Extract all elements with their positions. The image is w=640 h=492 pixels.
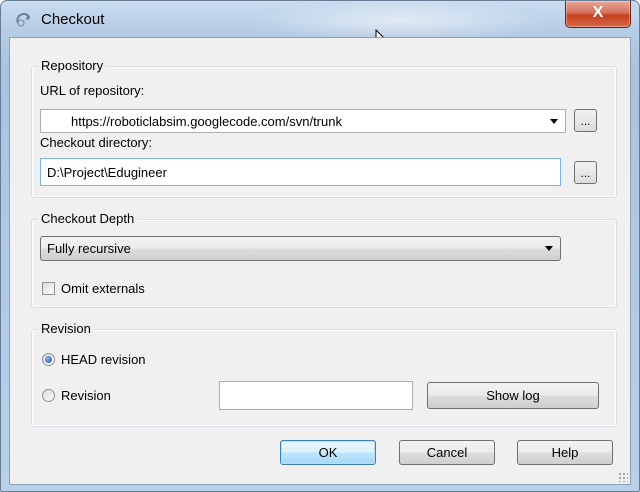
title-bar[interactable]: Checkout X bbox=[1, 1, 639, 41]
checkout-depth-select[interactable]: Fully recursive bbox=[40, 236, 561, 261]
omit-externals-label[interactable]: Omit externals bbox=[61, 281, 145, 296]
revision-label[interactable]: Revision bbox=[61, 388, 111, 403]
close-button[interactable]: X bbox=[565, 1, 631, 28]
ok-button[interactable]: OK bbox=[280, 440, 376, 465]
show-log-button[interactable]: Show log bbox=[427, 382, 599, 409]
checkout-directory-value: D:\Project\Edugineer bbox=[47, 165, 167, 180]
url-combobox[interactable]: https://roboticlabsim.googlecode.com/svn… bbox=[40, 109, 566, 133]
checkout-dialog: Checkout X Repository URL of repository:… bbox=[0, 0, 640, 492]
checkout-directory-label: Checkout directory: bbox=[40, 135, 152, 150]
help-button[interactable]: Help bbox=[517, 440, 613, 465]
checkout-icon bbox=[16, 12, 30, 27]
revision-input[interactable] bbox=[219, 381, 413, 410]
window-title: Checkout bbox=[41, 11, 105, 28]
head-revision-label[interactable]: HEAD revision bbox=[61, 352, 146, 367]
revision-group: Revision bbox=[31, 321, 617, 427]
cancel-button[interactable]: Cancel bbox=[399, 440, 495, 465]
checkout-depth-group-label: Checkout Depth bbox=[38, 211, 138, 226]
head-revision-radio[interactable] bbox=[42, 353, 55, 366]
revision-group-label: Revision bbox=[38, 321, 94, 336]
checkout-directory-input[interactable]: D:\Project\Edugineer bbox=[40, 158, 561, 186]
revision-radio[interactable] bbox=[42, 389, 55, 402]
resize-grip-icon[interactable] bbox=[618, 472, 628, 482]
url-label: URL of repository: bbox=[40, 83, 145, 98]
chevron-down-icon[interactable] bbox=[550, 119, 558, 124]
close-icon: X bbox=[592, 4, 604, 21]
url-value: https://roboticlabsim.googlecode.com/svn… bbox=[71, 114, 342, 129]
browse-directory-button[interactable]: ... bbox=[574, 161, 597, 184]
dialog-body: Repository URL of repository: https://ro… bbox=[9, 37, 631, 485]
checkout-depth-value: Fully recursive bbox=[47, 241, 131, 256]
browse-url-button[interactable]: ... bbox=[574, 109, 597, 132]
chevron-down-icon[interactable] bbox=[545, 246, 553, 251]
omit-externals-checkbox[interactable] bbox=[42, 282, 55, 295]
repository-group-label: Repository bbox=[38, 58, 107, 73]
title-glow bbox=[251, 1, 551, 41]
